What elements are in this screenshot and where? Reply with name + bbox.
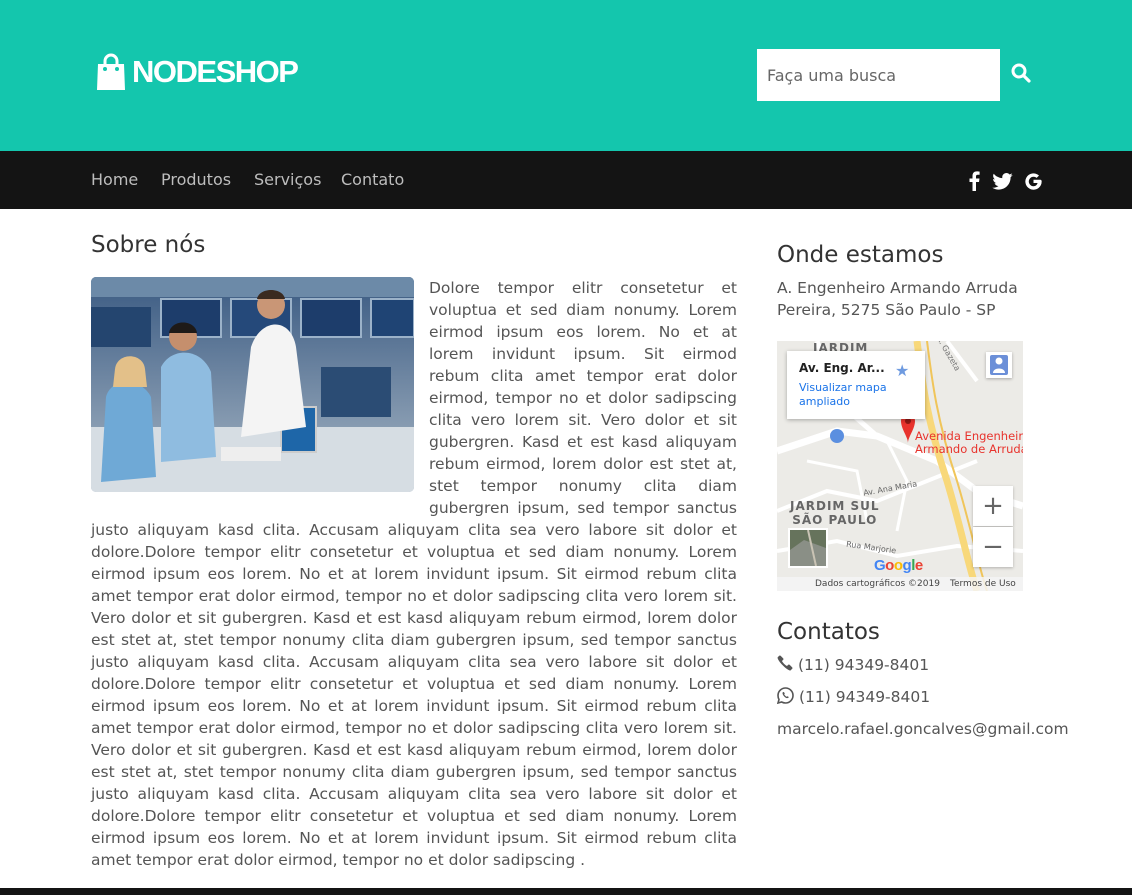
- nav-home[interactable]: Home: [91, 151, 138, 209]
- map-neighborhood-line-1: JARDIM SUL: [790, 499, 880, 513]
- brand-name: NODESHOP: [132, 54, 299, 89]
- nav-contato[interactable]: Contato: [341, 151, 404, 209]
- map-neighborhood-line-2: SÃO PAULO: [792, 513, 878, 527]
- map-info-card: Av. Eng. Ar... ★ Visualizar mapa ampliad…: [787, 351, 925, 419]
- phone-icon: [777, 655, 798, 675]
- whatsapp-number: (11) 94349-8401: [799, 688, 931, 706]
- search-button[interactable]: [1000, 49, 1042, 101]
- view-larger-map-link[interactable]: Visualizar mapa ampliado: [799, 381, 899, 409]
- main-navbar: Home Produtos Serviços Contato: [0, 151, 1132, 209]
- search-input[interactable]: [757, 49, 1000, 101]
- map-data-credit: Dados cartográficos ©2019: [815, 579, 940, 589]
- facebook-icon[interactable]: [966, 170, 982, 192]
- zoom-out-button[interactable]: −: [973, 527, 1013, 567]
- contacts-title: Contatos: [777, 619, 880, 645]
- nav-produtos[interactable]: Produtos: [161, 151, 231, 209]
- location-title: Onde estamos: [777, 242, 944, 268]
- email-address[interactable]: marcelo.rafael.goncalves@gmail.com: [777, 720, 1069, 738]
- google-logo: Google: [874, 557, 923, 574]
- footer-bar: [0, 888, 1132, 895]
- map-card-title: Av. Eng. Ar...: [799, 361, 885, 375]
- google-icon[interactable]: [1023, 170, 1043, 192]
- map-terms-link[interactable]: Termos de Uso: [950, 577, 1016, 591]
- brand-logo[interactable]: NODESHOP: [96, 52, 299, 92]
- whatsapp-contact: (11) 94349-8401: [776, 686, 931, 708]
- store-photo: [91, 277, 414, 492]
- phone-contact: (11) 94349-8401: [777, 654, 929, 676]
- search-icon: [1011, 63, 1031, 87]
- pegman-icon[interactable]: [986, 352, 1012, 378]
- whatsapp-icon: [776, 686, 799, 708]
- about-section: Dolore tempor elitr consetetur et volupt…: [91, 277, 737, 871]
- shopping-bag-icon: [96, 53, 126, 91]
- star-icon[interactable]: ★: [895, 361, 909, 380]
- about-title: Sobre nós: [91, 232, 206, 258]
- location-map[interactable]: JARDIM R. Gazeta Avenida Engenheiro Arma…: [777, 341, 1023, 591]
- nav-servicos[interactable]: Serviços: [254, 151, 321, 209]
- map-pin-label-line-2: Armando de Arruda: [915, 442, 1023, 456]
- map-footer: Dados cartográficos ©2019 Termos de Uso: [777, 577, 1023, 591]
- satellite-toggle[interactable]: [788, 528, 828, 568]
- twitter-icon[interactable]: [991, 170, 1013, 192]
- zoom-in-button[interactable]: +: [973, 486, 1013, 526]
- email-contact[interactable]: marcelo.rafael.goncalves@gmail.com: [777, 718, 1069, 740]
- map-pin-label: Avenida Engenheiro Armando de Arruda: [915, 430, 1023, 456]
- site-header: NODESHOP: [0, 0, 1132, 151]
- map-neighborhood: JARDIM SUL SÃO PAULO: [790, 499, 880, 527]
- address-text: A. Engenheiro Armando Arruda Pereira, 52…: [777, 279, 1018, 319]
- phone-number: (11) 94349-8401: [798, 656, 930, 674]
